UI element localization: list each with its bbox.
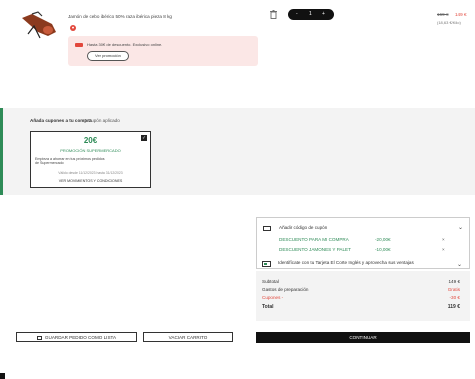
coupons-section: Añada cupones a tu compra 1 Cupón aplica… xyxy=(0,108,475,195)
coupons-title: Añada cupones a tu compra xyxy=(30,118,92,123)
view-promotion-button[interactable]: Ver promoción xyxy=(87,51,129,61)
empty-cart-button[interactable]: VACIAR CARRITO xyxy=(143,332,233,342)
trash-icon[interactable] xyxy=(270,10,277,19)
coupon-description: Empieza a ahorrar en tus próximos pedido… xyxy=(35,157,105,166)
promo-text: Hasta 30€ de descuento. Exclusivo online… xyxy=(87,42,163,47)
order-summary: Subtotal 149 € Gastos de preparación Gra… xyxy=(256,271,470,321)
quantity-stepper[interactable]: - 1 + xyxy=(288,9,334,20)
total-value: 119 € xyxy=(447,304,460,310)
corner-marker xyxy=(0,373,5,379)
coupon-conditions-link[interactable]: VER MOVIMIENTOS Y CONDICIONES xyxy=(31,179,150,183)
quantity-value: 1 xyxy=(309,11,312,17)
credit-card-icon xyxy=(262,261,271,267)
coupons-applied-count: 1 Cupón aplicado xyxy=(84,118,120,123)
discount-name: DESCUENTO PARA MI COMPRA xyxy=(279,237,349,242)
total-row: Total 119 € xyxy=(262,304,464,310)
add-coupon-code-label: Añadir código de cupón xyxy=(279,225,328,230)
subtotal-value: 149 € xyxy=(448,279,461,284)
remove-discount-icon[interactable]: × xyxy=(442,247,445,252)
add-coupon-code-row[interactable]: Añadir código de cupón ⌄ xyxy=(263,225,465,233)
decrease-quantity-button[interactable]: - xyxy=(296,9,298,20)
original-price: 169 € xyxy=(437,12,449,17)
sale-price: 149 € xyxy=(455,12,467,17)
discount-name: DESCUENTO JAMONES Y PALET xyxy=(279,247,351,252)
save-as-list-button[interactable]: GUARDAR PEDIDO COMO LISTA xyxy=(16,332,137,342)
chevron-down-icon[interactable]: ⌄ xyxy=(457,261,462,268)
preparation-value: Gratis xyxy=(447,287,460,292)
coupons-label: Cupones - xyxy=(262,295,284,300)
coupon-validity: Válido desde 11/12/2023 hasta 31/12/2023 xyxy=(58,171,123,175)
discount-amount: -20,00€ xyxy=(375,237,391,242)
promo-banner: Hasta 30€ de descuento. Exclusivo online… xyxy=(68,36,258,66)
ham-leg-image xyxy=(22,11,56,39)
identify-card-text: Identifícate con tu Tarjeta El Corte Ing… xyxy=(278,260,414,265)
favorite-icon[interactable]: ♥ xyxy=(70,25,76,31)
coupon-card[interactable]: ✓ 20€ PROMOCIÓN SUPERMERCADO Empieza a a… xyxy=(30,131,151,188)
product-name[interactable]: Jamón de cebo ibérico 50% raza ibérica p… xyxy=(68,14,172,19)
price-per-kg: (18,63 €/Kilo) xyxy=(437,20,461,25)
increase-quantity-button[interactable]: + xyxy=(322,9,325,20)
coupons-value: -30 € xyxy=(449,295,460,300)
subtotal-row: Subtotal 149 € xyxy=(262,279,464,284)
coupon-name: PROMOCIÓN SUPERMERCADO xyxy=(60,148,121,153)
continue-button[interactable]: CONTINUAR xyxy=(256,332,470,343)
preparation-row: Gastos de preparación Gratis xyxy=(262,287,464,292)
remove-discount-icon[interactable]: × xyxy=(442,237,445,242)
coupon-amount: 20€ xyxy=(83,136,98,145)
total-label: Total xyxy=(262,304,274,310)
discount-amount: -10,00€ xyxy=(375,247,391,252)
promo-tag-icon xyxy=(75,43,83,47)
ticket-icon xyxy=(263,226,271,231)
chevron-down-icon[interactable]: ⌄ xyxy=(458,224,463,231)
discount-row: DESCUENTO PARA MI COMPRA -20,00€ × xyxy=(279,237,459,242)
save-as-list-label: GUARDAR PEDIDO COMO LISTA xyxy=(44,335,117,340)
coupons-row: Cupones - -30 € xyxy=(262,295,464,300)
subtotal-label: Subtotal xyxy=(262,279,279,284)
preparation-label: Gastos de preparación xyxy=(262,287,309,292)
discount-row: DESCUENTO JAMONES Y PALET -10,00€ × xyxy=(279,247,459,252)
list-icon xyxy=(36,335,42,340)
